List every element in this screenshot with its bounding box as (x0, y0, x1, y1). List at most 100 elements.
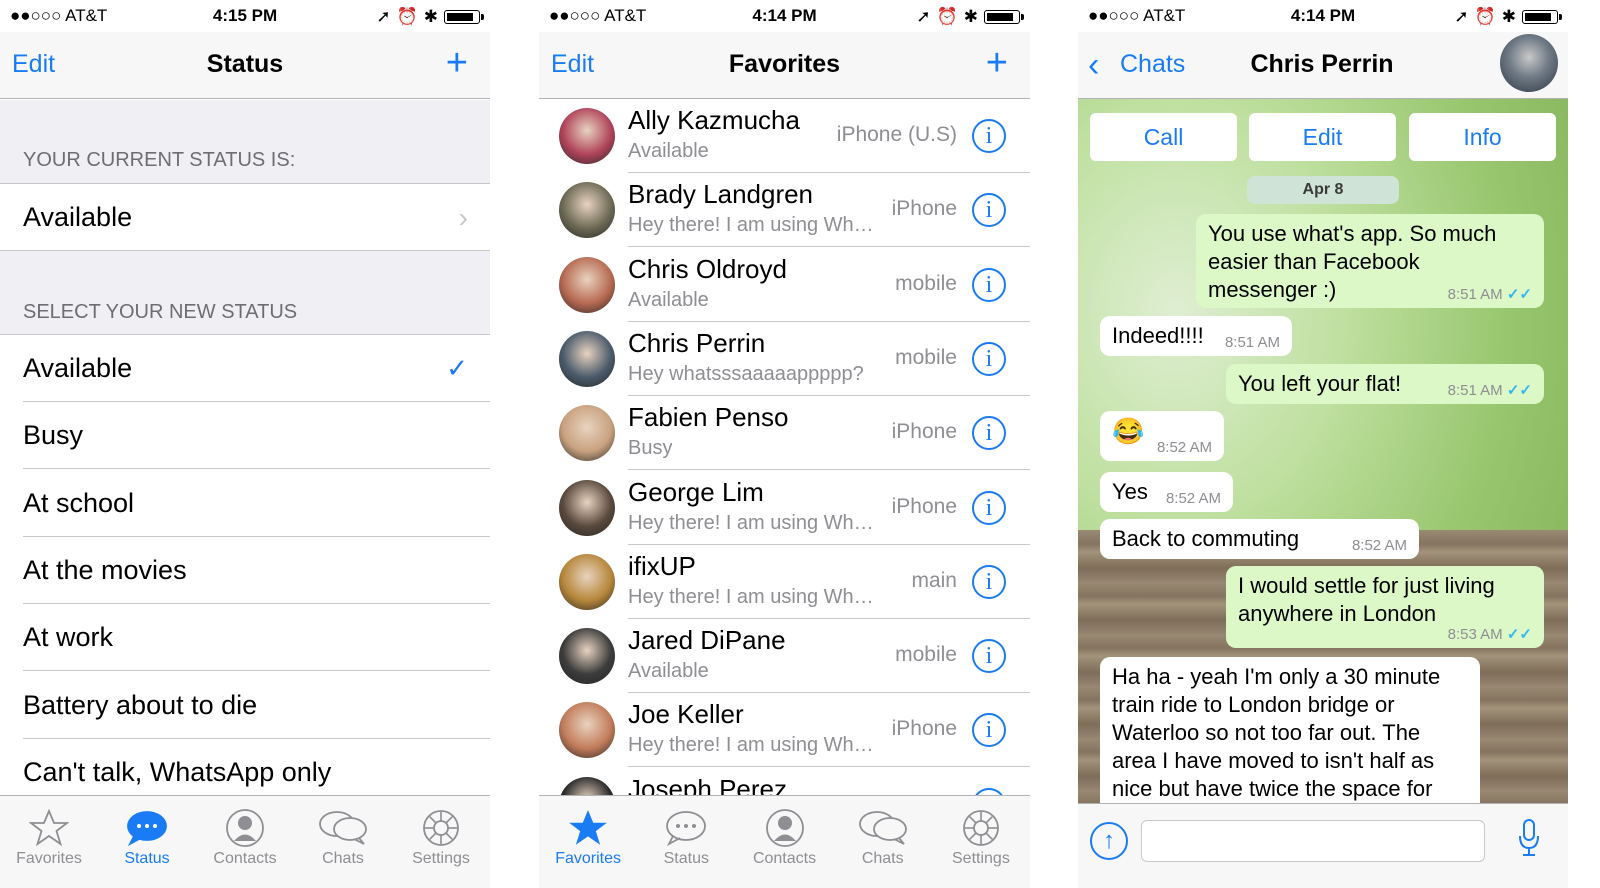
message-time: 8:52 AM (1165, 490, 1221, 507)
microphone-icon[interactable] (1518, 818, 1540, 863)
edit-contact-button[interactable]: Edit (1249, 113, 1396, 161)
contact-name: ifixUP (628, 550, 696, 581)
favorite-row[interactable]: ifixUP Hey there! I am using Whats… main… (539, 544, 1030, 619)
status-icons: ➚ ⏰ ✱ (916, 7, 1024, 27)
star-outline-icon (0, 806, 98, 850)
read-receipt-icon: ✓✓ (1506, 626, 1532, 643)
chat-bubbles-icon (834, 806, 932, 850)
tab-contacts[interactable]: Contacts (196, 796, 294, 888)
info-icon[interactable]: i (972, 564, 1006, 599)
info-icon[interactable]: i (972, 267, 1006, 302)
alarm-icon: ⏰ (936, 7, 958, 26)
divider (0, 250, 490, 251)
phone-type: main (911, 568, 957, 592)
status-option[interactable]: Busy (0, 402, 490, 470)
nav-bar: Edit Status + (0, 32, 490, 99)
phone-type: mobile (895, 345, 957, 369)
outgoing-message[interactable]: I would settle for just living anywhere … (1226, 566, 1544, 648)
tab-chats[interactable]: Chats (834, 796, 932, 888)
input-bar: ↑ (1078, 803, 1568, 888)
incoming-message[interactable]: 😂 8:52 AM (1100, 411, 1224, 461)
tab-label: Chats (861, 850, 904, 867)
tab-settings[interactable]: Settings (392, 796, 490, 888)
tab-label: Contacts (213, 850, 277, 867)
tab-favorites[interactable]: Favorites (0, 796, 98, 888)
favorite-row[interactable]: Jared DiPane Available mobile i (539, 619, 1030, 694)
favorite-row[interactable]: Ally Kazmucha Available iPhone (U.S) i (539, 99, 1030, 173)
status-option-label: Busy (23, 420, 84, 451)
outgoing-message[interactable]: You use what's app. So much easier than … (1196, 214, 1544, 308)
favorite-row[interactable]: George Lim Hey there! I am using Wh… iPh… (539, 470, 1030, 545)
tab-label: Status (663, 850, 709, 867)
tab-label: Contacts (752, 850, 817, 867)
contact-status: Hey whatsssaaaaappppp? (628, 362, 864, 385)
avatar (559, 479, 615, 536)
info-button[interactable]: Info (1409, 113, 1556, 161)
tab-settings[interactable]: Settings (932, 796, 1030, 888)
person-circle-icon (735, 806, 833, 850)
avatar (559, 405, 615, 462)
status-option-label: Available (23, 353, 133, 383)
battery-icon (1522, 10, 1562, 24)
contact-status: Hey there! I am using Whats… (628, 585, 880, 608)
incoming-message[interactable]: Ha ha - yeah I'm only a 30 minute train … (1100, 657, 1480, 803)
tab-label: Settings (412, 850, 470, 867)
info-icon[interactable]: i (972, 490, 1006, 525)
contact-status: Busy (628, 437, 673, 460)
bluetooth-icon: ✱ (423, 7, 438, 26)
incoming-message[interactable]: Back to commuting 8:52 AM (1100, 519, 1419, 559)
status-screen: ●●○○○ AT&T 4:15 PM ➚ ⏰ ✱ Edit Status + Y… (0, 0, 490, 888)
tab-label: Favorites (16, 850, 82, 867)
avatar (559, 702, 615, 759)
favorite-row[interactable]: Joe Keller Hey there! I am using Wh… iPh… (539, 693, 1030, 768)
info-icon[interactable]: i (972, 341, 1006, 376)
contact-status: Hey there! I am using Wh… (628, 734, 874, 757)
call-button[interactable]: Call (1090, 113, 1237, 161)
tab-label: Status (124, 850, 170, 867)
tab-chats[interactable]: Chats (294, 796, 392, 888)
tab-contacts[interactable]: Contacts (735, 796, 833, 888)
status-option[interactable]: Available ✓ (0, 335, 490, 402)
message-input[interactable] (1141, 820, 1485, 862)
status-option[interactable]: At school (0, 469, 490, 537)
current-status-value: Available (23, 202, 133, 232)
tab-favorites[interactable]: Favorites (539, 796, 637, 888)
tab-status[interactable]: Status (98, 796, 196, 888)
favorite-row[interactable]: Brady Landgren Hey there! I am using Wh…… (539, 173, 1030, 248)
upload-icon[interactable]: ↑ (1090, 822, 1128, 860)
status-icons: ➚ ⏰ ✱ (1454, 7, 1562, 27)
status-bar: ●●○○○ AT&T 4:14 PM ➚ ⏰ ✱ (539, 0, 1030, 32)
info-icon[interactable]: i (972, 416, 1006, 451)
tab-status[interactable]: Status (637, 796, 735, 888)
message-time: 8:51 AM (1224, 334, 1280, 351)
info-icon[interactable]: i (972, 193, 1006, 228)
avatar (559, 108, 615, 164)
status-option[interactable]: At work (0, 604, 490, 672)
add-button[interactable]: + (986, 44, 1008, 82)
current-status-row[interactable]: Available › (0, 184, 490, 251)
location-icon: ➚ (1454, 7, 1469, 26)
message-text: 😂 (1112, 416, 1145, 446)
favorite-row[interactable]: Chris Perrin Hey whatsssaaaaappppp? mobi… (539, 321, 1030, 396)
person-circle-icon (196, 806, 294, 850)
phone-type: mobile (895, 271, 957, 295)
status-option[interactable]: Battery about to die (0, 671, 490, 739)
info-icon[interactable]: i (972, 713, 1006, 748)
gear-icon (932, 806, 1030, 850)
tab-label: Chats (322, 850, 364, 867)
status-option[interactable]: At the movies (0, 536, 490, 604)
chat-screen: ●●○○○ AT&T 4:14 PM ➚ ⏰ ✱ ‹ Chats Chris P… (1078, 0, 1568, 888)
incoming-message[interactable]: Indeed!!!! 8:51 AM (1100, 316, 1292, 356)
favorite-row[interactable]: Chris Oldroyd Available mobile i (539, 247, 1030, 322)
outgoing-message[interactable]: You left your flat! 8:51 AM ✓✓ (1226, 364, 1544, 404)
contact-name: George Lim (628, 476, 764, 507)
message-time: 8:53 AM ✓✓ (1447, 626, 1532, 643)
add-button[interactable]: + (446, 44, 468, 82)
favorite-row[interactable]: Fabien Penso Busy iPhone i (539, 396, 1030, 471)
info-icon[interactable]: i (972, 639, 1006, 674)
contact-avatar[interactable] (1500, 34, 1558, 92)
info-icon[interactable]: i (972, 119, 1006, 153)
incoming-message[interactable]: Yes 8:52 AM (1100, 472, 1233, 512)
status-option-label: At school (23, 487, 135, 518)
contact-status: Available (628, 140, 709, 162)
